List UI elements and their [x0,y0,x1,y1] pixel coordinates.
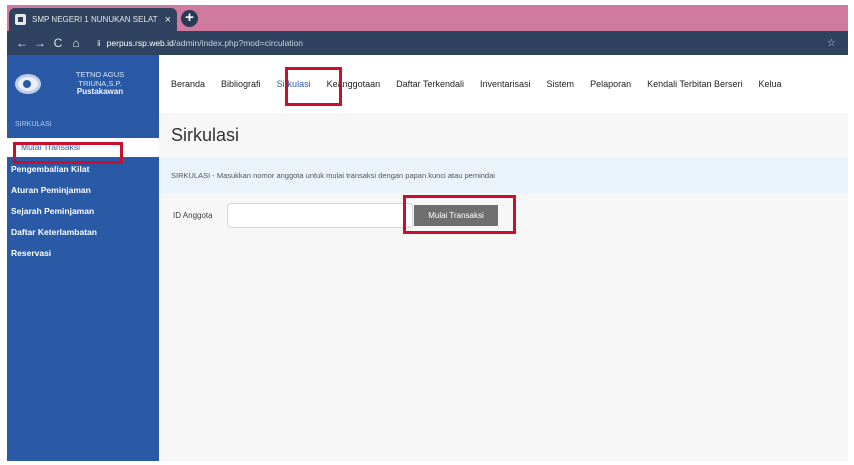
top-navigation: Beranda Bibliografi Sirkulasi Keanggotaa… [159,55,848,113]
nav-sirkulasi[interactable]: Sirkulasi [277,79,311,89]
sidebar-item-reservasi[interactable]: Reservasi [7,243,159,264]
nav-beranda[interactable]: Beranda [171,79,205,89]
tab-title: SMP NEGERI 1 NUNUKAN SELAT [32,15,158,24]
address-bar[interactable]: ⅱ perpus.rsp.web.id/admin/index.php?mod=c… [97,38,303,48]
nav-keanggotaan[interactable]: Keanggotaan [327,79,381,89]
reload-icon[interactable]: C [49,36,67,50]
main-content: Sirkulasi SIRKULASI - Masukkan nomor ang… [159,113,848,461]
sidebar-item-pengembalian-kilat[interactable]: Pengembalian Kilat [7,159,159,180]
url-domain: perpus.rsp.web.id [106,38,174,48]
star-icon[interactable]: ☆ [827,38,836,49]
tab-strip: SMP NEGERI 1 NUNUKAN SELAT × + [7,5,848,31]
avatar-logo-icon [15,74,41,94]
sidebar: TETNO AGUS TRIUNA,S.P. Pustakawan SIRKUL… [7,55,159,461]
tab-favicon-icon [15,14,26,25]
user-profile: TETNO AGUS TRIUNA,S.P. Pustakawan [7,55,159,113]
home-icon[interactable]: ⌂ [67,36,85,50]
sidebar-item-mulai-transaksi[interactable]: Mulai Transaksi [7,138,159,157]
sidebar-menu-header: SIRKULASI [15,121,52,128]
start-transaction-button[interactable]: Mulai Transaksi [414,205,498,226]
site-info-icon[interactable]: ⅱ [97,39,101,48]
browser-window: SMP NEGERI 1 NUNUKAN SELAT × + ← → C ⌂ ⅱ… [7,5,848,461]
nav-keluar[interactable]: Kelua [759,79,782,89]
page-title: Sirkulasi [171,125,240,145]
profile-text: TETNO AGUS TRIUNA,S.P. Pustakawan [55,71,145,97]
sidebar-item-sejarah-peminjaman[interactable]: Sejarah Peminjaman [7,201,159,222]
nav-kendali-terbitan-berseri[interactable]: Kendali Terbitan Berseri [647,79,742,89]
member-id-label: ID Anggota [173,211,213,220]
plus-icon[interactable]: + [181,10,198,27]
member-id-input[interactable] [227,203,413,228]
sidebar-item-aturan-peminjaman[interactable]: Aturan Peminjaman [7,180,159,201]
forward-icon[interactable]: → [31,36,49,50]
profile-name: TETNO AGUS TRIUNA,S.P. [75,70,125,88]
nav-sistem[interactable]: Sistem [547,79,575,89]
nav-bibliografi[interactable]: Bibliografi [221,79,261,89]
nav-inventarisasi[interactable]: Inventarisasi [480,79,531,89]
address-toolbar: ← → C ⌂ ⅱ perpus.rsp.web.id/admin/index.p… [7,31,848,55]
close-icon[interactable]: × [165,14,171,26]
browser-tab[interactable]: SMP NEGERI 1 NUNUKAN SELAT × [9,8,177,31]
back-icon[interactable]: ← [13,36,31,50]
nav-daftar-terkendali[interactable]: Daftar Terkendali [396,79,464,89]
nav-pelaporan[interactable]: Pelaporan [590,79,631,89]
sidebar-item-daftar-keterlambatan[interactable]: Daftar Keterlambatan [7,222,159,243]
info-bar: SIRKULASI - Masukkan nomor anggota untuk… [159,158,848,193]
profile-role: Pustakawan [76,87,124,97]
url-path: /admin/index.php?mod=circulation [173,38,303,48]
